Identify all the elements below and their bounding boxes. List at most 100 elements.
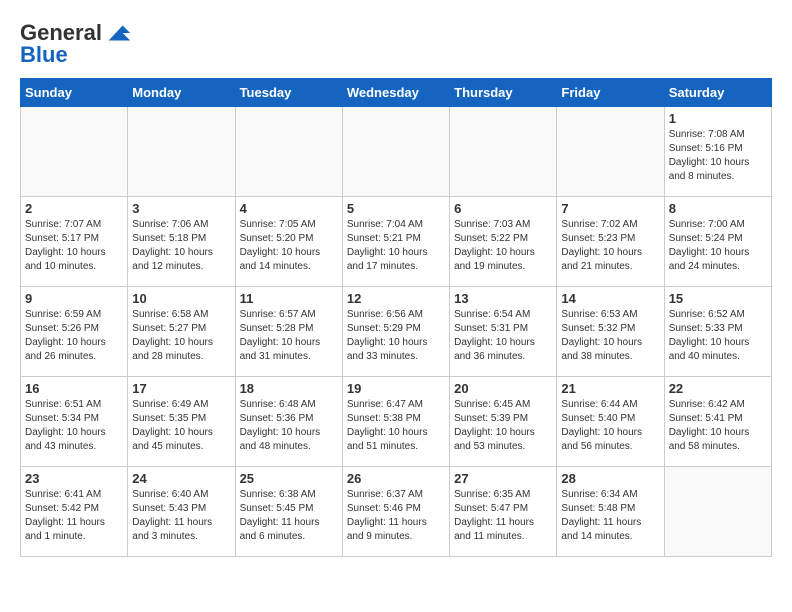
logo: General Blue bbox=[20, 20, 132, 68]
day-info: Sunrise: 6:42 AMSunset: 5:41 PMDaylight:… bbox=[669, 398, 767, 454]
weekday-header: Saturday bbox=[664, 79, 771, 107]
calendar-cell: 21 Sunrise: 6:44 AMSunset: 5:40 PMDayligh… bbox=[557, 377, 664, 467]
day-info: Sunrise: 6:53 AMSunset: 5:32 PMDaylight:… bbox=[561, 308, 659, 364]
calendar-cell: 25Sunrise: 6:38 AMSunset: 5:45 PMDayligh… bbox=[235, 467, 342, 557]
weekday-header: Friday bbox=[557, 79, 664, 107]
calendar-cell: 4 Sunrise: 7:05 AMSunset: 5:20 PMDaylight… bbox=[235, 197, 342, 287]
calendar-week-row: 2 Sunrise: 7:07 AMSunset: 5:17 PMDaylight… bbox=[21, 197, 772, 287]
calendar-cell: 11 Sunrise: 6:57 AMSunset: 5:28 PMDayligh… bbox=[235, 287, 342, 377]
day-number: 6 bbox=[454, 201, 552, 216]
day-info: Sunrise: 6:49 AMSunset: 5:35 PMDaylight:… bbox=[132, 398, 230, 454]
calendar-cell: 27 Sunrise: 6:35 AMSunset: 5:47 PMDayligh… bbox=[450, 467, 557, 557]
page-header: General Blue bbox=[20, 20, 772, 68]
calendar-cell: 26Sunrise: 6:37 AMSunset: 5:46 PMDayligh… bbox=[342, 467, 449, 557]
day-number: 11 bbox=[240, 291, 338, 306]
day-number: 26 bbox=[347, 471, 445, 486]
calendar-table: SundayMondayTuesdayWednesdayThursdayFrid… bbox=[20, 78, 772, 557]
day-number: 18 bbox=[240, 381, 338, 396]
weekday-header: Monday bbox=[128, 79, 235, 107]
calendar-cell: 10 Sunrise: 6:58 AMSunset: 5:27 PMDayligh… bbox=[128, 287, 235, 377]
day-info: Sunrise: 6:35 AMSunset: 5:47 PMDaylight:… bbox=[454, 488, 552, 544]
day-number: 21 bbox=[561, 381, 659, 396]
day-info: Sunrise: 6:57 AMSunset: 5:28 PMDaylight:… bbox=[240, 308, 338, 364]
day-info: Sunrise: 7:04 AMSunset: 5:21 PMDaylight:… bbox=[347, 218, 445, 274]
calendar-week-row: 9 Sunrise: 6:59 AMSunset: 5:26 PMDaylight… bbox=[21, 287, 772, 377]
calendar-cell bbox=[21, 107, 128, 197]
calendar-cell: 23Sunrise: 6:41 AMSunset: 5:42 PMDayligh… bbox=[21, 467, 128, 557]
calendar-cell: 5 Sunrise: 7:04 AMSunset: 5:21 PMDaylight… bbox=[342, 197, 449, 287]
calendar-cell: 18 Sunrise: 6:48 AMSunset: 5:36 PMDayligh… bbox=[235, 377, 342, 467]
calendar-cell: 1Sunrise: 7:08 AMSunset: 5:16 PMDaylight… bbox=[664, 107, 771, 197]
weekday-header: Sunday bbox=[21, 79, 128, 107]
day-number: 24 bbox=[132, 471, 230, 486]
calendar-cell bbox=[235, 107, 342, 197]
calendar-cell: 8 Sunrise: 7:00 AMSunset: 5:24 PMDaylight… bbox=[664, 197, 771, 287]
day-number: 12 bbox=[347, 291, 445, 306]
day-info: Sunrise: 6:54 AMSunset: 5:31 PMDaylight:… bbox=[454, 308, 552, 364]
day-number: 13 bbox=[454, 291, 552, 306]
calendar-cell: 20Sunrise: 6:45 AMSunset: 5:39 PMDayligh… bbox=[450, 377, 557, 467]
day-info: Sunrise: 6:52 AMSunset: 5:33 PMDaylight:… bbox=[669, 308, 767, 364]
weekday-header-row: SundayMondayTuesdayWednesdayThursdayFrid… bbox=[21, 79, 772, 107]
calendar-cell: 17 Sunrise: 6:49 AMSunset: 5:35 PMDayligh… bbox=[128, 377, 235, 467]
calendar-cell: 19 Sunrise: 6:47 AMSunset: 5:38 PMDayligh… bbox=[342, 377, 449, 467]
day-number: 19 bbox=[347, 381, 445, 396]
day-info: Sunrise: 6:58 AMSunset: 5:27 PMDaylight:… bbox=[132, 308, 230, 364]
day-info: Sunrise: 6:47 AMSunset: 5:38 PMDaylight:… bbox=[347, 398, 445, 454]
calendar-cell: 14 Sunrise: 6:53 AMSunset: 5:32 PMDayligh… bbox=[557, 287, 664, 377]
logo-icon bbox=[104, 23, 132, 43]
day-info: Sunrise: 6:44 AMSunset: 5:40 PMDaylight:… bbox=[561, 398, 659, 454]
day-number: 7 bbox=[561, 201, 659, 216]
day-info: Sunrise: 7:08 AMSunset: 5:16 PMDaylight:… bbox=[669, 128, 767, 184]
calendar-cell bbox=[450, 107, 557, 197]
calendar-cell: 22 Sunrise: 6:42 AMSunset: 5:41 PMDayligh… bbox=[664, 377, 771, 467]
day-number: 4 bbox=[240, 201, 338, 216]
day-number: 22 bbox=[669, 381, 767, 396]
day-number: 5 bbox=[347, 201, 445, 216]
calendar-cell: 6 Sunrise: 7:03 AMSunset: 5:22 PMDaylight… bbox=[450, 197, 557, 287]
calendar-cell bbox=[342, 107, 449, 197]
calendar-cell: 3 Sunrise: 7:06 AMSunset: 5:18 PMDaylight… bbox=[128, 197, 235, 287]
day-info: Sunrise: 7:05 AMSunset: 5:20 PMDaylight:… bbox=[240, 218, 338, 274]
day-number: 15 bbox=[669, 291, 767, 306]
calendar-week-row: 23Sunrise: 6:41 AMSunset: 5:42 PMDayligh… bbox=[21, 467, 772, 557]
day-number: 27 bbox=[454, 471, 552, 486]
day-info: Sunrise: 7:00 AMSunset: 5:24 PMDaylight:… bbox=[669, 218, 767, 274]
calendar-cell bbox=[557, 107, 664, 197]
day-info: Sunrise: 7:06 AMSunset: 5:18 PMDaylight:… bbox=[132, 218, 230, 274]
day-number: 25 bbox=[240, 471, 338, 486]
weekday-header: Wednesday bbox=[342, 79, 449, 107]
day-info: Sunrise: 6:51 AMSunset: 5:34 PMDaylight:… bbox=[25, 398, 123, 454]
calendar-cell: 12 Sunrise: 6:56 AMSunset: 5:29 PMDayligh… bbox=[342, 287, 449, 377]
day-info: Sunrise: 6:41 AMSunset: 5:42 PMDaylight:… bbox=[25, 488, 123, 544]
day-number: 14 bbox=[561, 291, 659, 306]
day-info: Sunrise: 6:45 AMSunset: 5:39 PMDaylight:… bbox=[454, 398, 552, 454]
day-number: 2 bbox=[25, 201, 123, 216]
calendar-cell bbox=[128, 107, 235, 197]
day-number: 3 bbox=[132, 201, 230, 216]
day-number: 9 bbox=[25, 291, 123, 306]
calendar-cell: 13 Sunrise: 6:54 AMSunset: 5:31 PMDayligh… bbox=[450, 287, 557, 377]
day-number: 8 bbox=[669, 201, 767, 216]
calendar-cell: 28 Sunrise: 6:34 AMSunset: 5:48 PMDayligh… bbox=[557, 467, 664, 557]
day-info: Sunrise: 7:07 AMSunset: 5:17 PMDaylight:… bbox=[25, 218, 123, 274]
day-number: 17 bbox=[132, 381, 230, 396]
weekday-header: Tuesday bbox=[235, 79, 342, 107]
calendar-cell: 15 Sunrise: 6:52 AMSunset: 5:33 PMDayligh… bbox=[664, 287, 771, 377]
day-number: 28 bbox=[561, 471, 659, 486]
day-number: 16 bbox=[25, 381, 123, 396]
calendar-week-row: 16 Sunrise: 6:51 AMSunset: 5:34 PMDayligh… bbox=[21, 377, 772, 467]
day-info: Sunrise: 6:56 AMSunset: 5:29 PMDaylight:… bbox=[347, 308, 445, 364]
day-info: Sunrise: 7:03 AMSunset: 5:22 PMDaylight:… bbox=[454, 218, 552, 274]
day-info: Sunrise: 6:59 AMSunset: 5:26 PMDaylight:… bbox=[25, 308, 123, 364]
day-info: Sunrise: 6:34 AMSunset: 5:48 PMDaylight:… bbox=[561, 488, 659, 544]
day-info: Sunrise: 6:40 AMSunset: 5:43 PMDaylight:… bbox=[132, 488, 230, 544]
day-info: Sunrise: 6:48 AMSunset: 5:36 PMDaylight:… bbox=[240, 398, 338, 454]
calendar-cell: 9 Sunrise: 6:59 AMSunset: 5:26 PMDaylight… bbox=[21, 287, 128, 377]
calendar-cell: 7Sunrise: 7:02 AMSunset: 5:23 PMDaylight… bbox=[557, 197, 664, 287]
day-number: 10 bbox=[132, 291, 230, 306]
calendar-week-row: 1Sunrise: 7:08 AMSunset: 5:16 PMDaylight… bbox=[21, 107, 772, 197]
calendar-cell bbox=[664, 467, 771, 557]
calendar-cell: 24 Sunrise: 6:40 AMSunset: 5:43 PMDayligh… bbox=[128, 467, 235, 557]
weekday-header: Thursday bbox=[450, 79, 557, 107]
